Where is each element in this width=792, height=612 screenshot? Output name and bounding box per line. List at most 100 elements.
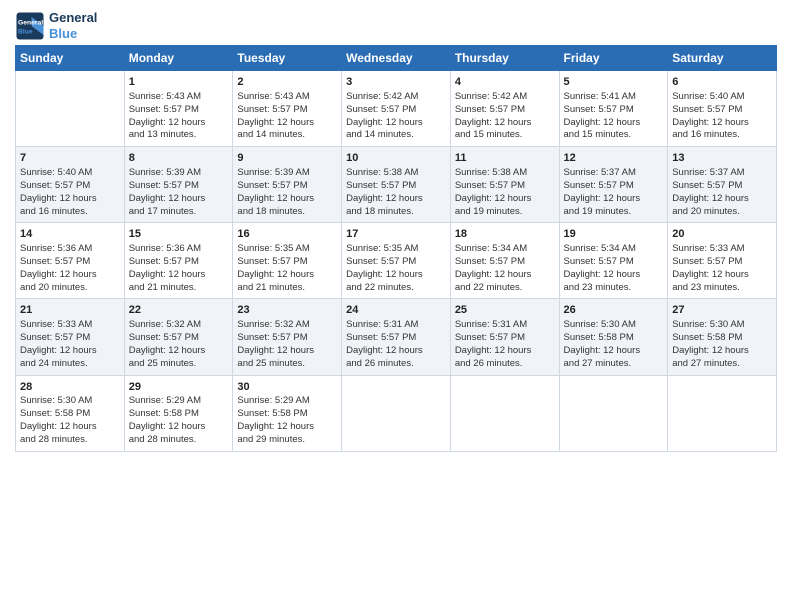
cell-1-2: 1Sunrise: 5:43 AM Sunset: 5:57 PM Daylig… [124,71,233,147]
day-info: Sunrise: 5:37 AM Sunset: 5:57 PM Dayligh… [672,167,749,216]
week-row-2: 7Sunrise: 5:40 AM Sunset: 5:57 PM Daylig… [16,147,777,223]
day-number: 17 [346,227,446,242]
cell-3-2: 15Sunrise: 5:36 AM Sunset: 5:57 PM Dayli… [124,223,233,299]
calendar-table: SundayMondayTuesdayWednesdayThursdayFrid… [15,45,777,451]
cell-3-1: 14Sunrise: 5:36 AM Sunset: 5:57 PM Dayli… [16,223,125,299]
cell-3-3: 16Sunrise: 5:35 AM Sunset: 5:57 PM Dayli… [233,223,342,299]
cell-5-4 [342,375,451,451]
day-info: Sunrise: 5:31 AM Sunset: 5:57 PM Dayligh… [346,319,423,368]
day-info: Sunrise: 5:35 AM Sunset: 5:57 PM Dayligh… [237,243,314,292]
day-info: Sunrise: 5:30 AM Sunset: 5:58 PM Dayligh… [564,319,641,368]
calendar-header-row: SundayMondayTuesdayWednesdayThursdayFrid… [16,46,777,71]
day-info: Sunrise: 5:40 AM Sunset: 5:57 PM Dayligh… [672,91,749,140]
day-info: Sunrise: 5:34 AM Sunset: 5:57 PM Dayligh… [564,243,641,292]
cell-3-6: 19Sunrise: 5:34 AM Sunset: 5:57 PM Dayli… [559,223,668,299]
day-number: 6 [672,75,772,90]
day-number: 1 [129,75,229,90]
day-info: Sunrise: 5:35 AM Sunset: 5:57 PM Dayligh… [346,243,423,292]
day-info: Sunrise: 5:32 AM Sunset: 5:57 PM Dayligh… [129,319,206,368]
day-info: Sunrise: 5:39 AM Sunset: 5:57 PM Dayligh… [237,167,314,216]
day-number: 9 [237,151,337,166]
day-info: Sunrise: 5:36 AM Sunset: 5:57 PM Dayligh… [129,243,206,292]
logo-icon: General Blue [15,11,45,41]
cell-2-5: 11Sunrise: 5:38 AM Sunset: 5:57 PM Dayli… [450,147,559,223]
cell-5-3: 30Sunrise: 5:29 AM Sunset: 5:58 PM Dayli… [233,375,342,451]
cell-2-3: 9Sunrise: 5:39 AM Sunset: 5:57 PM Daylig… [233,147,342,223]
day-info: Sunrise: 5:31 AM Sunset: 5:57 PM Dayligh… [455,319,532,368]
cell-4-1: 21Sunrise: 5:33 AM Sunset: 5:57 PM Dayli… [16,299,125,375]
day-number: 12 [564,151,664,166]
cell-2-1: 7Sunrise: 5:40 AM Sunset: 5:57 PM Daylig… [16,147,125,223]
day-number: 18 [455,227,555,242]
day-number: 4 [455,75,555,90]
main-container: General Blue General Blue SundayMondayTu… [0,0,792,462]
cell-4-2: 22Sunrise: 5:32 AM Sunset: 5:57 PM Dayli… [124,299,233,375]
cell-5-7 [668,375,777,451]
day-number: 20 [672,227,772,242]
day-number: 27 [672,303,772,318]
day-info: Sunrise: 5:43 AM Sunset: 5:57 PM Dayligh… [129,91,206,140]
day-info: Sunrise: 5:33 AM Sunset: 5:57 PM Dayligh… [672,243,749,292]
day-number: 14 [20,227,120,242]
cell-5-6 [559,375,668,451]
cell-2-6: 12Sunrise: 5:37 AM Sunset: 5:57 PM Dayli… [559,147,668,223]
cell-2-7: 13Sunrise: 5:37 AM Sunset: 5:57 PM Dayli… [668,147,777,223]
cell-4-6: 26Sunrise: 5:30 AM Sunset: 5:58 PM Dayli… [559,299,668,375]
day-number: 11 [455,151,555,166]
day-info: Sunrise: 5:29 AM Sunset: 5:58 PM Dayligh… [237,395,314,444]
cell-4-5: 25Sunrise: 5:31 AM Sunset: 5:57 PM Dayli… [450,299,559,375]
day-number: 19 [564,227,664,242]
logo-text: General Blue [49,10,97,41]
day-info: Sunrise: 5:38 AM Sunset: 5:57 PM Dayligh… [455,167,532,216]
cell-2-4: 10Sunrise: 5:38 AM Sunset: 5:57 PM Dayli… [342,147,451,223]
week-row-4: 21Sunrise: 5:33 AM Sunset: 5:57 PM Dayli… [16,299,777,375]
col-header-wednesday: Wednesday [342,46,451,71]
day-info: Sunrise: 5:41 AM Sunset: 5:57 PM Dayligh… [564,91,641,140]
day-number: 16 [237,227,337,242]
col-header-tuesday: Tuesday [233,46,342,71]
day-number: 7 [20,151,120,166]
cell-4-7: 27Sunrise: 5:30 AM Sunset: 5:58 PM Dayli… [668,299,777,375]
day-info: Sunrise: 5:40 AM Sunset: 5:57 PM Dayligh… [20,167,97,216]
day-info: Sunrise: 5:43 AM Sunset: 5:57 PM Dayligh… [237,91,314,140]
col-header-saturday: Saturday [668,46,777,71]
day-info: Sunrise: 5:39 AM Sunset: 5:57 PM Dayligh… [129,167,206,216]
week-row-1: 1Sunrise: 5:43 AM Sunset: 5:57 PM Daylig… [16,71,777,147]
day-number: 21 [20,303,120,318]
day-info: Sunrise: 5:34 AM Sunset: 5:57 PM Dayligh… [455,243,532,292]
cell-3-7: 20Sunrise: 5:33 AM Sunset: 5:57 PM Dayli… [668,223,777,299]
day-info: Sunrise: 5:36 AM Sunset: 5:57 PM Dayligh… [20,243,97,292]
day-number: 23 [237,303,337,318]
day-number: 22 [129,303,229,318]
day-number: 26 [564,303,664,318]
cell-4-3: 23Sunrise: 5:32 AM Sunset: 5:57 PM Dayli… [233,299,342,375]
col-header-sunday: Sunday [16,46,125,71]
day-info: Sunrise: 5:38 AM Sunset: 5:57 PM Dayligh… [346,167,423,216]
col-header-friday: Friday [559,46,668,71]
day-number: 10 [346,151,446,166]
day-info: Sunrise: 5:32 AM Sunset: 5:57 PM Dayligh… [237,319,314,368]
day-number: 2 [237,75,337,90]
day-number: 29 [129,380,229,395]
cell-3-5: 18Sunrise: 5:34 AM Sunset: 5:57 PM Dayli… [450,223,559,299]
day-info: Sunrise: 5:42 AM Sunset: 5:57 PM Dayligh… [346,91,423,140]
day-number: 5 [564,75,664,90]
cell-5-5 [450,375,559,451]
day-info: Sunrise: 5:33 AM Sunset: 5:57 PM Dayligh… [20,319,97,368]
day-info: Sunrise: 5:30 AM Sunset: 5:58 PM Dayligh… [672,319,749,368]
logo: General Blue General Blue [15,10,97,41]
day-info: Sunrise: 5:29 AM Sunset: 5:58 PM Dayligh… [129,395,206,444]
week-row-3: 14Sunrise: 5:36 AM Sunset: 5:57 PM Dayli… [16,223,777,299]
cell-4-4: 24Sunrise: 5:31 AM Sunset: 5:57 PM Dayli… [342,299,451,375]
cell-5-1: 28Sunrise: 5:30 AM Sunset: 5:58 PM Dayli… [16,375,125,451]
cell-3-4: 17Sunrise: 5:35 AM Sunset: 5:57 PM Dayli… [342,223,451,299]
cell-1-5: 4Sunrise: 5:42 AM Sunset: 5:57 PM Daylig… [450,71,559,147]
day-number: 13 [672,151,772,166]
day-info: Sunrise: 5:37 AM Sunset: 5:57 PM Dayligh… [564,167,641,216]
cell-1-1 [16,71,125,147]
col-header-thursday: Thursday [450,46,559,71]
svg-text:General: General [18,19,43,26]
cell-5-2: 29Sunrise: 5:29 AM Sunset: 5:58 PM Dayli… [124,375,233,451]
day-info: Sunrise: 5:42 AM Sunset: 5:57 PM Dayligh… [455,91,532,140]
day-number: 28 [20,380,120,395]
